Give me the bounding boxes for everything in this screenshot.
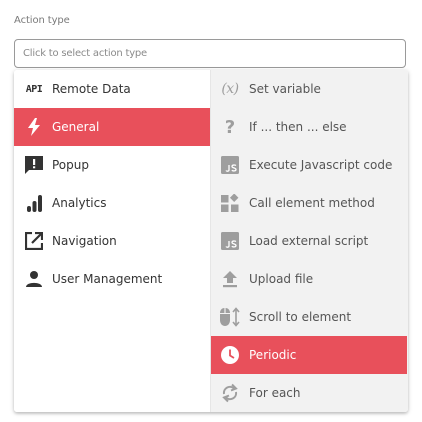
loop-icon [219,382,241,404]
category-user-management[interactable]: User Management [14,260,210,298]
lightning-bolt-icon [23,116,45,138]
action-if-then-else[interactable]: ? If ... then ... else [211,108,407,146]
category-remote-data[interactable]: API Remote Data [14,70,210,108]
action-type-select[interactable]: Click to select action type [14,39,406,68]
category-label: General [52,120,100,134]
question-mark-icon: ? [224,116,236,138]
popup-alert-icon [23,154,45,176]
action-label: Execute Javascript code [249,158,393,172]
category-general[interactable]: General [14,108,210,146]
upload-icon [219,268,241,290]
action-label: Upload file [249,272,314,286]
action-type-dropdown: API Remote Data General Popup Analytics [14,70,408,412]
person-icon [23,268,45,290]
variable-x-icon: (x) [221,81,239,97]
category-navigation[interactable]: Navigation [14,222,210,260]
category-label: Navigation [52,234,117,248]
action-label: Call element method [249,196,375,210]
widgets-icon [219,192,241,214]
action-execute-javascript[interactable]: Execute Javascript code [211,146,407,184]
mouse-scroll-icon [219,306,241,328]
action-label: Set variable [249,82,321,96]
open-in-new-icon [23,230,45,252]
category-list: API Remote Data General Popup Analytics [14,70,210,412]
category-label: Analytics [52,196,107,210]
action-type-label: Action type [14,15,70,26]
action-label: Periodic [249,348,297,362]
action-for-each[interactable]: For each [211,374,407,412]
clock-icon [219,344,241,366]
category-label: Popup [52,158,89,172]
category-label: User Management [52,272,163,286]
action-label: For each [249,386,301,400]
action-load-external-script[interactable]: Load external script [211,222,407,260]
select-placeholder: Click to select action type [23,48,148,59]
category-label: Remote Data [52,82,131,96]
action-call-element-method[interactable]: Call element method [211,184,407,222]
action-label: Load external script [249,234,369,248]
action-periodic[interactable]: Periodic [211,336,407,374]
category-analytics[interactable]: Analytics [14,184,210,222]
api-icon: API [25,83,43,95]
action-label: Scroll to element [249,310,352,324]
action-scroll-to-element[interactable]: Scroll to element [211,298,407,336]
action-list: (x) Set variable ? If ... then ... else … [211,70,408,412]
category-popup[interactable]: Popup [14,146,210,184]
javascript-file-icon [219,230,241,252]
action-upload-file[interactable]: Upload file [211,260,407,298]
javascript-file-icon [219,154,241,176]
signal-bars-icon [23,192,45,214]
action-label: If ... then ... else [249,120,347,134]
action-set-variable[interactable]: (x) Set variable [211,70,407,108]
